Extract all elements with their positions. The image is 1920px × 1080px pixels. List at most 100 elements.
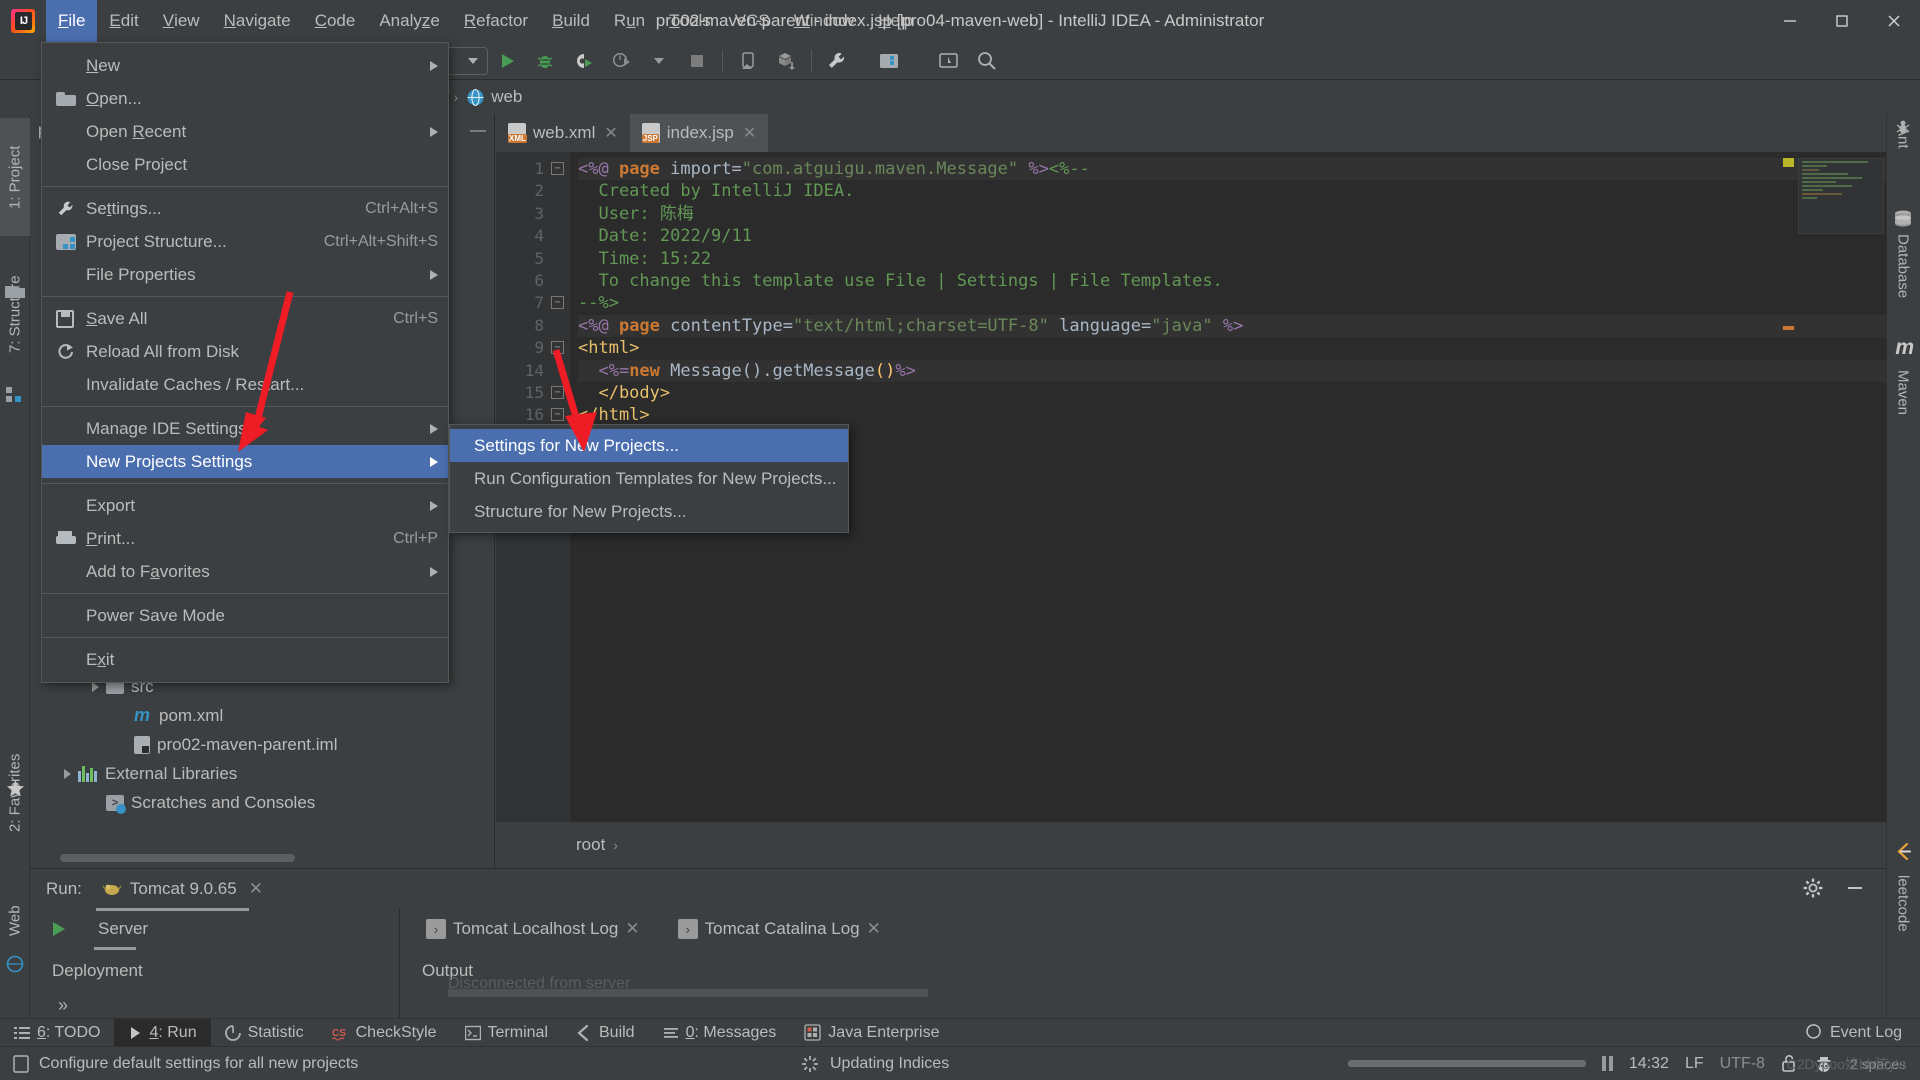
run-icon[interactable] (488, 44, 526, 78)
pause-icon[interactable] (1602, 1056, 1613, 1071)
run-subtab-catalina-log[interactable]: › Tomcat Catalina Log ✕ (674, 915, 885, 943)
file-menu-item-print[interactable]: Print...Ctrl+P (42, 522, 448, 555)
bottom-tab-build[interactable]: Build (562, 1019, 649, 1047)
tree-node-scratches-and-consoles[interactable]: >Scratches and Consoles (30, 788, 494, 817)
search-everywhere-icon[interactable] (968, 44, 1006, 78)
rerun-icon[interactable] (48, 919, 68, 939)
error-stripe-warning[interactable] (1783, 158, 1794, 167)
menu-edit[interactable]: Edit (97, 0, 150, 42)
sidebar-item-database[interactable]: Database (1886, 228, 1920, 348)
error-stripe-marker[interactable] (1783, 326, 1794, 330)
console-scroll-indicator[interactable] (448, 989, 928, 997)
code-fold-icon[interactable]: − (551, 408, 564, 421)
file-menu-item-project-structure[interactable]: Project Structure...Ctrl+Alt+Shift+S (42, 225, 448, 258)
file-menu-item-new-projects-settings[interactable]: New Projects Settings (42, 445, 448, 478)
editor-tab-web-xml[interactable]: XMLweb.xml✕ (496, 114, 630, 152)
close-button[interactable] (1868, 0, 1920, 42)
device-manager-icon[interactable] (729, 44, 767, 78)
settings-wrench-icon[interactable] (818, 44, 856, 78)
project-horizontal-scrollbar[interactable] (60, 854, 295, 862)
file-menu-item-power-save-mode[interactable]: Power Save Mode (42, 599, 448, 632)
file-menu-item-invalidate-caches-restart[interactable]: Invalidate Caches / Restart... (42, 368, 448, 401)
menu-help[interactable]: Help (866, 0, 925, 42)
menu-build[interactable]: Build (540, 0, 602, 42)
sidebar-item-structure[interactable]: 7: Structure (0, 244, 30, 384)
file-menu-item-save-all[interactable]: Save AllCtrl+S (42, 302, 448, 335)
submenu-item-structure-for-new-projects[interactable]: Structure for New Projects... (450, 495, 848, 528)
project-structure-icon[interactable] (870, 44, 908, 78)
catalina-log-close-icon[interactable]: ✕ (867, 919, 881, 939)
menu-run[interactable]: Run (602, 0, 657, 42)
menu-navigate[interactable]: Navigate (212, 0, 303, 42)
sidebar-item-web[interactable]: Web (0, 882, 30, 960)
menu-view[interactable]: View (151, 0, 212, 42)
expand-arrow-icon[interactable] (64, 769, 71, 779)
code-fold-icon[interactable]: − (551, 341, 564, 354)
sidebar-item-maven[interactable]: Maven (1886, 364, 1920, 464)
editor-breadcrumb-root[interactable]: root (576, 835, 605, 855)
file-menu-item-add-to-favorites[interactable]: Add to Favorites (42, 555, 448, 588)
expand-more-icon[interactable]: » (58, 995, 68, 1016)
bottom-tab-0-messages[interactable]: 0: Messages (649, 1019, 791, 1047)
file-menu-item-exit[interactable]: Exit (42, 643, 448, 676)
sidebar-item-leetcode[interactable]: leetcode (1886, 869, 1920, 984)
file-menu-item-settings[interactable]: Settings...Ctrl+Alt+S (42, 192, 448, 225)
profile-dropdown-icon[interactable] (640, 44, 678, 78)
run-config-tab[interactable]: Tomcat 9.0.65 ✕ (96, 875, 269, 903)
bottom-tab-terminal[interactable]: Terminal (451, 1019, 562, 1047)
profile-icon[interactable] (602, 44, 640, 78)
editor-tab-close-icon[interactable]: ✕ (743, 123, 756, 143)
tree-node-pom-xml[interactable]: mpom.xml (30, 701, 494, 730)
menu-tools[interactable]: Tools (657, 0, 723, 42)
maximize-button[interactable] (1816, 0, 1868, 42)
menu-file[interactable]: File (46, 0, 97, 42)
menu-refactor[interactable]: Refactor (452, 0, 540, 42)
bottom-tab-6-todo[interactable]: 6: TODO (0, 1019, 114, 1047)
bottom-tab-checkstyle[interactable]: CSCheckStyle (318, 1019, 451, 1047)
breadcrumb-web[interactable]: web (462, 85, 526, 109)
run-settings-gear-icon[interactable] (1802, 877, 1824, 904)
bottom-tab-statistic[interactable]: Statistic (211, 1019, 318, 1047)
code-fold-icon[interactable]: − (551, 162, 564, 175)
submenu-item-settings-for-new-projects[interactable]: Settings for New Projects... (450, 429, 848, 462)
tree-node-pro02-maven-parent-iml[interactable]: pro02-maven-parent.iml (30, 730, 494, 759)
menu-code[interactable]: Code (303, 0, 368, 42)
code-fold-icon[interactable]: − (551, 296, 564, 309)
run-with-coverage-icon[interactable] (564, 44, 602, 78)
sidebar-item-project[interactable]: 1: Project (0, 118, 30, 236)
encoding-status[interactable]: UTF-8 (1720, 1055, 1765, 1073)
tree-node-external-libraries[interactable]: External Libraries (30, 759, 494, 788)
project-panel-collapse-button[interactable]: — (470, 122, 486, 140)
code-fold-icon[interactable]: − (551, 386, 564, 399)
file-menu-item-open[interactable]: Open... (42, 82, 448, 115)
file-menu-item-file-properties[interactable]: File Properties (42, 258, 448, 291)
file-menu-item-new[interactable]: New (42, 49, 448, 82)
event-log-button[interactable]: Event Log (1806, 1022, 1920, 1044)
file-menu-item-reload-all-from-disk[interactable]: Reload All from Disk (42, 335, 448, 368)
menu-vcs[interactable]: VCS (723, 0, 782, 42)
expand-arrow-icon[interactable] (92, 682, 99, 692)
file-menu-item-manage-ide-settings[interactable]: Manage IDE Settings (42, 412, 448, 445)
file-menu-item-export[interactable]: Export (42, 489, 448, 522)
minimize-button[interactable] (1764, 0, 1816, 42)
editor-tab-index-jsp[interactable]: JSPindex.jsp✕ (630, 114, 769, 152)
file-menu-item-close-project[interactable]: Close Project (42, 148, 448, 181)
editor-tab-close-icon[interactable]: ✕ (604, 123, 617, 143)
update-project-icon[interactable] (930, 44, 968, 78)
run-subtab-server[interactable]: Server (94, 915, 152, 943)
editor-minimap[interactable] (1798, 158, 1884, 234)
bottom-tab-java-enterprise[interactable]: Java Enterprise (790, 1019, 953, 1047)
run-config-close-icon[interactable]: ✕ (249, 879, 263, 899)
line-separator-status[interactable]: LF (1685, 1055, 1704, 1073)
debug-icon[interactable] (526, 44, 564, 78)
submenu-item-run-configuration-templates-for-new-projects[interactable]: Run Configuration Templates for New Proj… (450, 462, 848, 495)
file-menu-item-open-recent[interactable]: Open Recent (42, 115, 448, 148)
download-dependencies-icon[interactable] (767, 44, 805, 78)
stop-icon[interactable] (678, 44, 716, 78)
bottom-tab-4-run[interactable]: 4: Run (114, 1019, 210, 1047)
run-subtab-localhost-log[interactable]: › Tomcat Localhost Log ✕ (422, 915, 644, 943)
menu-window[interactable]: Window (782, 0, 866, 42)
menu-analyze[interactable]: Analyze (367, 0, 452, 42)
localhost-log-close-icon[interactable]: ✕ (625, 919, 639, 939)
run-panel-minimize-icon[interactable] (1844, 877, 1866, 904)
